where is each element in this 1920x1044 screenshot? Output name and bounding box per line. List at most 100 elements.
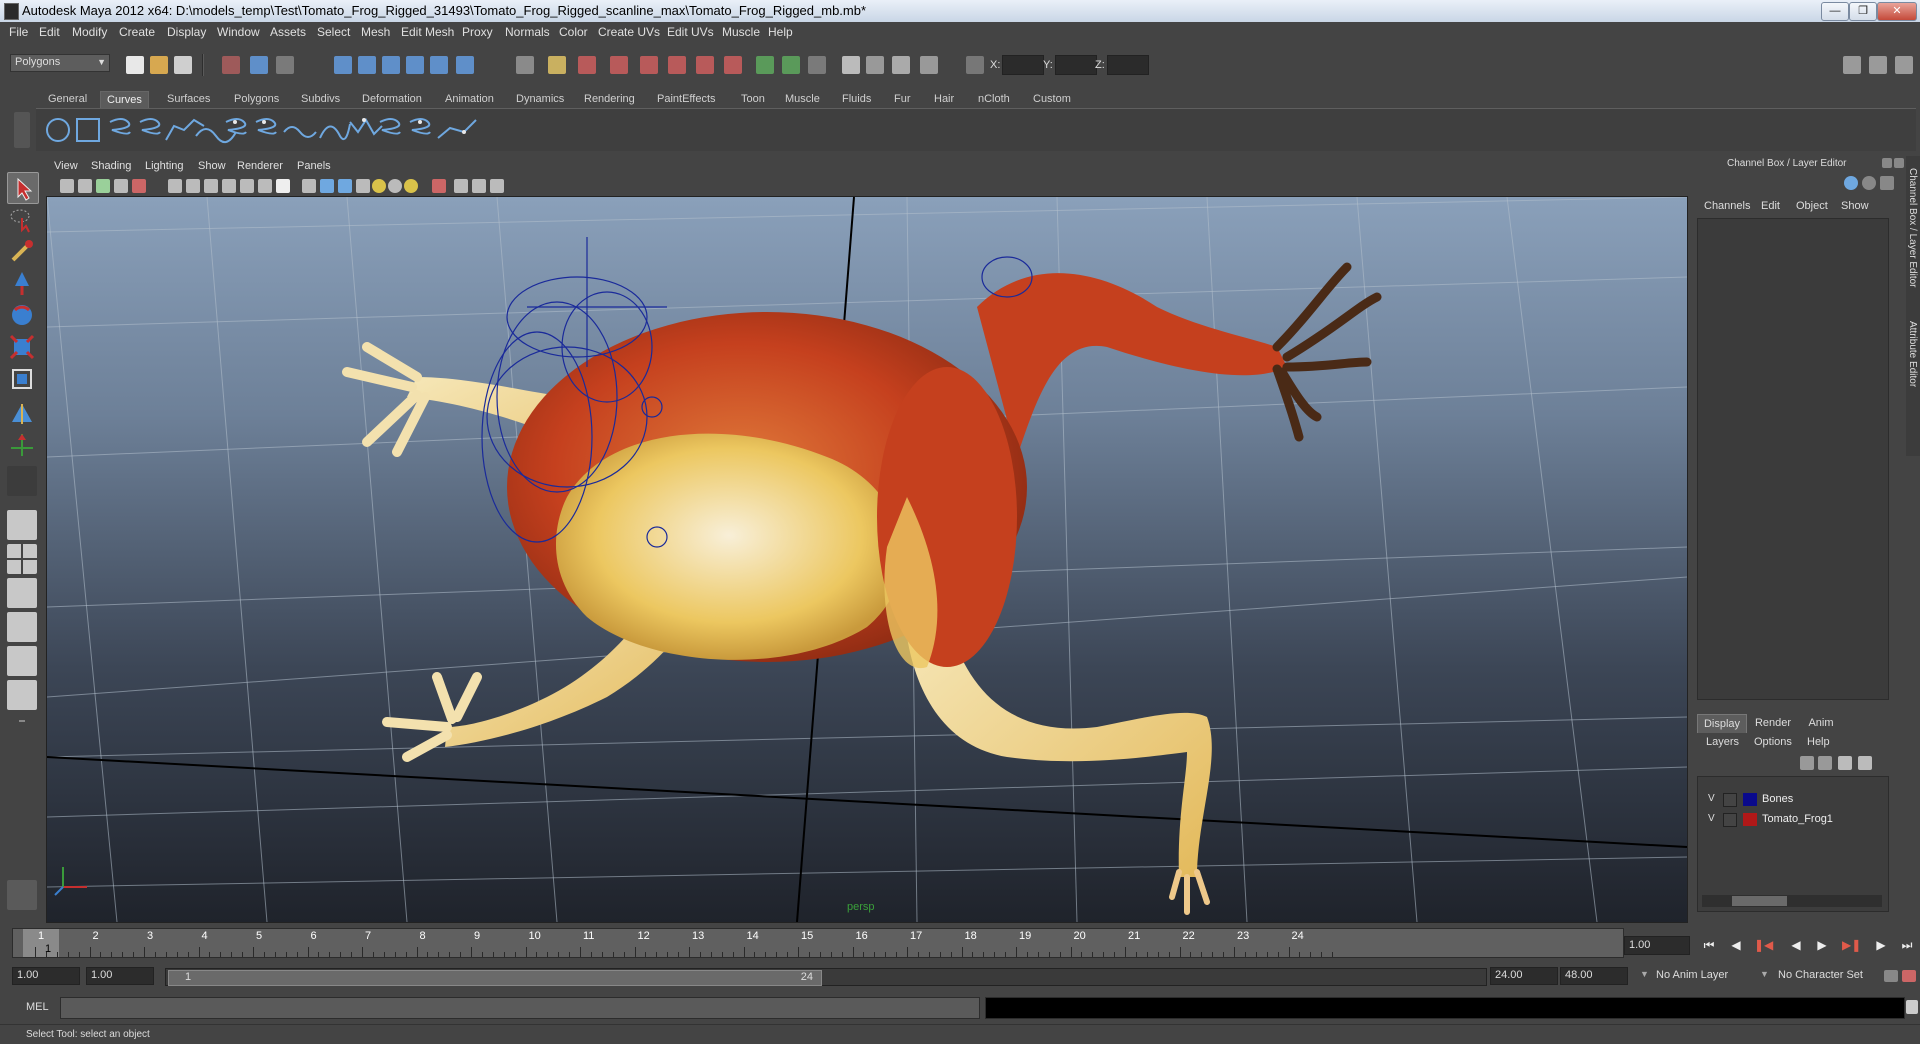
menu-create[interactable]: Create bbox=[119, 25, 155, 39]
snap-curve-icon[interactable] bbox=[358, 56, 376, 74]
save-scene-icon[interactable] bbox=[174, 56, 192, 74]
cb-show-menu[interactable]: Show bbox=[1841, 200, 1869, 212]
layer-row-tomato-frog1[interactable]: V Tomato_Frog1 bbox=[1698, 811, 1888, 829]
z-field[interactable] bbox=[1107, 55, 1149, 75]
go-to-start-button[interactable]: ⏮ bbox=[1700, 937, 1718, 953]
viewport-menu-show[interactable]: Show bbox=[198, 160, 226, 172]
layer-tab-display[interactable]: Display bbox=[1697, 714, 1747, 733]
rotate-tool-icon[interactable] bbox=[7, 300, 37, 330]
menu-mesh[interactable]: Mesh bbox=[361, 25, 390, 39]
open-scene-icon[interactable] bbox=[150, 56, 168, 74]
layer-color-swatch[interactable] bbox=[1743, 793, 1757, 806]
anim-layer-dropdown[interactable]: No Anim Layer bbox=[1656, 969, 1728, 981]
new-empty-layer-icon[interactable] bbox=[1838, 756, 1852, 770]
safe-title-icon[interactable] bbox=[276, 179, 290, 193]
menu-proxy[interactable]: Proxy bbox=[462, 25, 493, 39]
viewport-menu-renderer[interactable]: Renderer bbox=[237, 160, 283, 172]
channel-box-panel[interactable] bbox=[1697, 218, 1889, 700]
shelf-tab-animation[interactable]: Animation bbox=[439, 91, 500, 108]
animation-preferences-icon[interactable] bbox=[1902, 970, 1916, 982]
cb-edit-menu[interactable]: Edit bbox=[1761, 200, 1780, 212]
shelf-tab-surfaces[interactable]: Surfaces bbox=[161, 91, 216, 108]
move-tool-icon[interactable] bbox=[7, 268, 37, 298]
playback-end-field[interactable]: 24.00 bbox=[1490, 967, 1558, 985]
step-back-key-button[interactable]: ◀ bbox=[1727, 937, 1745, 953]
menu-select[interactable]: Select bbox=[317, 25, 350, 39]
current-time-field[interactable]: 1.00 bbox=[1624, 936, 1690, 955]
shadows-icon[interactable] bbox=[404, 179, 418, 193]
close-button[interactable]: ✕ bbox=[1877, 2, 1917, 21]
snap-view-icon[interactable] bbox=[456, 56, 474, 74]
snap-surface-icon[interactable] bbox=[430, 56, 448, 74]
channel-box-icon[interactable] bbox=[808, 56, 826, 74]
field-chart-icon[interactable] bbox=[240, 179, 254, 193]
xray-icon[interactable] bbox=[454, 179, 468, 193]
show-manipulator-icon[interactable] bbox=[7, 430, 37, 460]
toggle-channel-box-icon[interactable] bbox=[1895, 56, 1913, 74]
layer-visibility-toggle[interactable]: V bbox=[1708, 793, 1715, 804]
step-forward-key-button[interactable]: ▶ bbox=[1872, 937, 1890, 953]
xray-joints-icon[interactable] bbox=[472, 179, 486, 193]
shelf-tab-toon[interactable]: Toon bbox=[735, 91, 771, 108]
menu-edit[interactable]: Edit bbox=[39, 25, 60, 39]
menu-window[interactable]: Window bbox=[217, 25, 260, 39]
channels-menu[interactable]: Channels bbox=[1704, 200, 1750, 212]
cb-object-menu[interactable]: Object bbox=[1796, 200, 1828, 212]
snap-plane-icon[interactable] bbox=[406, 56, 424, 74]
new-layer-selected-icon[interactable] bbox=[1858, 756, 1872, 770]
float-panel-icon[interactable] bbox=[1882, 158, 1892, 168]
y-field[interactable] bbox=[1055, 55, 1097, 75]
playback-start-field[interactable]: 1.00 bbox=[86, 967, 154, 985]
shelf-tab-curves[interactable]: Curves bbox=[100, 91, 149, 109]
image-plane-icon[interactable] bbox=[114, 179, 128, 193]
shelf-tab-subdivs[interactable]: Subdivs bbox=[295, 91, 346, 108]
move-layer-up-icon[interactable] bbox=[1800, 756, 1814, 770]
layer-visibility-toggle[interactable]: V bbox=[1708, 813, 1715, 824]
new-scene-icon[interactable] bbox=[126, 56, 144, 74]
character-set-chevron-icon[interactable]: ▼ bbox=[1760, 969, 1769, 979]
render-view-icon[interactable] bbox=[724, 56, 742, 74]
render-icon[interactable] bbox=[610, 56, 628, 74]
mel-command-input[interactable] bbox=[60, 997, 980, 1019]
move-layer-down-icon[interactable] bbox=[1818, 756, 1832, 770]
resolution-gate-icon[interactable] bbox=[204, 179, 218, 193]
manipulator-tool-icon[interactable] bbox=[7, 364, 37, 394]
shelf-tab-general[interactable]: General bbox=[42, 91, 93, 108]
layer-type-toggle[interactable] bbox=[1723, 793, 1737, 807]
toggle-attribute-editor-icon[interactable] bbox=[1843, 56, 1861, 74]
shelf-tab-dynamics[interactable]: Dynamics bbox=[510, 91, 570, 108]
shelf-tab-painteffects[interactable]: PaintEffects bbox=[651, 91, 722, 108]
shelf-tab-custom[interactable]: Custom bbox=[1027, 91, 1077, 108]
play-forwards-button[interactable]: ▶ bbox=[1813, 937, 1831, 953]
step-back-frame-button[interactable]: ❚◀ bbox=[1754, 937, 1773, 953]
menu-file[interactable]: File bbox=[9, 25, 28, 39]
shelf-tab-fur[interactable]: Fur bbox=[888, 91, 917, 108]
range-slider[interactable]: 1 24 bbox=[165, 968, 1487, 986]
render-settings-icon[interactable] bbox=[668, 56, 686, 74]
character-set-dropdown[interactable]: No Character Set bbox=[1778, 969, 1863, 981]
safe-action-icon[interactable] bbox=[258, 179, 272, 193]
menu-set-dropdown[interactable]: Polygons ▼ bbox=[10, 54, 110, 72]
default-lighting-icon[interactable] bbox=[372, 179, 386, 193]
viewport-menu-panels[interactable]: Panels bbox=[297, 160, 331, 172]
shelf-tab-polygons[interactable]: Polygons bbox=[228, 91, 285, 108]
camera-icon[interactable] bbox=[842, 56, 860, 74]
layer-list-scrollbar[interactable] bbox=[1702, 895, 1882, 907]
outliner-persp-layout-icon[interactable] bbox=[7, 680, 37, 710]
persp-outliner-layout-icon[interactable] bbox=[7, 578, 37, 608]
options-menu[interactable]: Options bbox=[1754, 736, 1792, 748]
start-time-field[interactable]: 1.00 bbox=[12, 967, 80, 985]
shelf-menu-icon[interactable] bbox=[14, 112, 30, 148]
close-panel-icon[interactable] bbox=[1894, 158, 1904, 168]
lasso-tool-icon[interactable] bbox=[7, 204, 37, 234]
menu-color[interactable]: Color bbox=[559, 25, 588, 39]
viewport-menu-view[interactable]: View bbox=[54, 160, 78, 172]
menu-muscle[interactable]: Muscle bbox=[722, 25, 760, 39]
menu-edit-mesh[interactable]: Edit Mesh bbox=[401, 25, 454, 39]
wireframe-icon[interactable] bbox=[302, 179, 316, 193]
step-forward-frame-button[interactable]: ▶❚ bbox=[1842, 937, 1861, 953]
manipulator-mode-icon[interactable] bbox=[1862, 176, 1876, 190]
layer-row-bones[interactable]: V Bones bbox=[1698, 791, 1888, 809]
four-view-layout-icon[interactable] bbox=[7, 544, 37, 574]
paint-select-tool-icon[interactable] bbox=[7, 236, 37, 266]
